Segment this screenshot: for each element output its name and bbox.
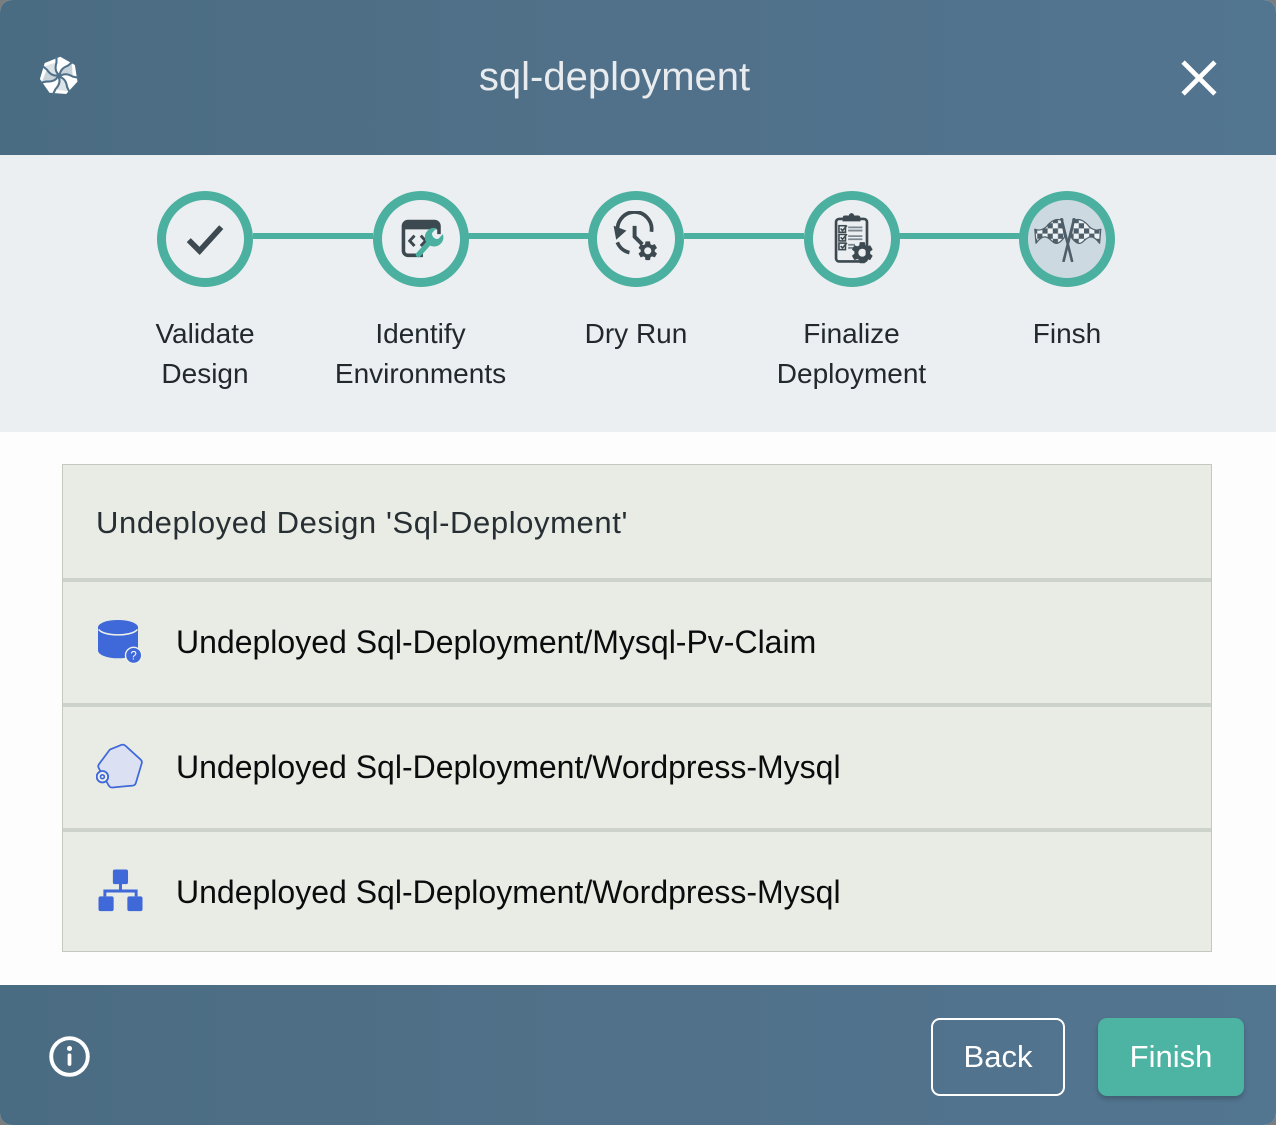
svg-text:?: ? [130, 651, 136, 663]
